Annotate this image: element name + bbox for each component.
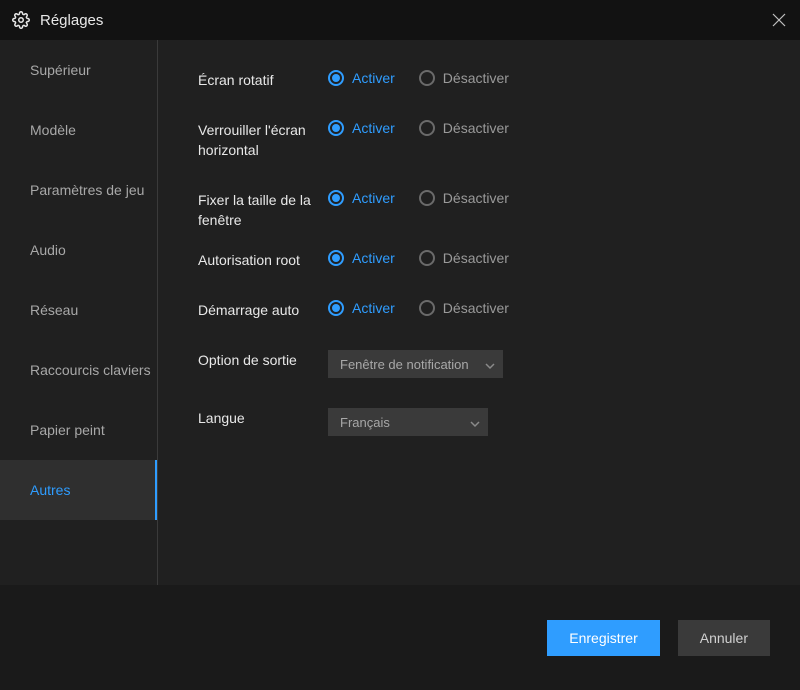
radio-group-fixsize: Activer Désactiver [328,190,509,206]
sidebar-item-game[interactable]: Paramètres de jeu [0,160,157,220]
radio-group-rotating: Activer Désactiver [328,70,509,86]
radio-lock-on[interactable]: Activer [328,120,395,136]
radio-icon [328,190,344,206]
radio-icon [419,70,435,86]
radio-label: Désactiver [443,300,509,316]
sidebar-item-label: Autres [30,482,70,498]
radio-icon [328,250,344,266]
setting-label-exit: Option de sortie [198,350,328,370]
radio-label: Désactiver [443,120,509,136]
radio-label: Activer [352,70,395,86]
radio-root-off[interactable]: Désactiver [419,250,509,266]
radio-rotating-on[interactable]: Activer [328,70,395,86]
radio-icon [419,250,435,266]
select-value: Fenêtre de notification [340,357,469,372]
save-button[interactable]: Enregistrer [547,620,659,656]
window-title: Réglages [40,12,772,29]
sidebar-item-label: Réseau [30,302,78,318]
chevron-down-icon [485,359,495,369]
select-language[interactable]: Français [328,408,488,436]
sidebar-item-label: Paramètres de jeu [30,182,144,198]
radio-fixsize-on[interactable]: Activer [328,190,395,206]
radio-group-autostart: Activer Désactiver [328,300,509,316]
radio-fixsize-off[interactable]: Désactiver [419,190,509,206]
sidebar-item-model[interactable]: Modèle [0,100,157,160]
setting-label-autostart: Démarrage auto [198,300,328,320]
radio-label: Désactiver [443,190,509,206]
close-icon[interactable] [772,13,786,27]
radio-label: Désactiver [443,250,509,266]
setting-label-lock: Verrouiller l'écran horizontal [198,120,328,160]
radio-group-root: Activer Désactiver [328,250,509,266]
sidebar-item-label: Audio [30,242,66,258]
sidebar-item-wallpaper[interactable]: Papier peint [0,400,157,460]
sidebar-item-superior[interactable]: Supérieur [0,40,157,100]
radio-icon [328,120,344,136]
sidebar-item-network[interactable]: Réseau [0,280,157,340]
radio-autostart-off[interactable]: Désactiver [419,300,509,316]
radio-label: Activer [352,250,395,266]
radio-root-on[interactable]: Activer [328,250,395,266]
sidebar: Supérieur Modèle Paramètres de jeu Audio… [0,40,158,585]
sidebar-item-shortcuts[interactable]: Raccourcis claviers [0,340,157,400]
chevron-down-icon [470,417,480,427]
setting-label-language: Langue [198,408,328,428]
radio-autostart-on[interactable]: Activer [328,300,395,316]
radio-label: Activer [352,300,395,316]
radio-icon [419,190,435,206]
radio-icon [419,300,435,316]
sidebar-item-others[interactable]: Autres [0,460,157,520]
window-header: Réglages [0,0,800,40]
sidebar-item-label: Modèle [30,122,76,138]
setting-label-fixsize: Fixer la taille de la fenêtre [198,190,328,230]
radio-label: Activer [352,190,395,206]
sidebar-item-label: Supérieur [30,62,91,78]
radio-icon [328,70,344,86]
sidebar-item-label: Papier peint [30,422,105,438]
radio-rotating-off[interactable]: Désactiver [419,70,509,86]
sidebar-item-audio[interactable]: Audio [0,220,157,280]
settings-content: Écran rotatif Activer Désactiver Verroui… [158,40,800,585]
radio-group-lock: Activer Désactiver [328,120,509,136]
select-exit-option[interactable]: Fenêtre de notification [328,350,503,378]
setting-label-root: Autorisation root [198,250,328,270]
sidebar-item-label: Raccourcis claviers [30,362,151,378]
footer: Enregistrer Annuler [0,585,800,690]
radio-icon [419,120,435,136]
radio-label: Activer [352,120,395,136]
cancel-button[interactable]: Annuler [678,620,770,656]
radio-icon [328,300,344,316]
select-value: Français [340,415,390,430]
radio-lock-off[interactable]: Désactiver [419,120,509,136]
radio-label: Désactiver [443,70,509,86]
setting-label-rotating: Écran rotatif [198,70,328,90]
gear-icon [12,11,30,29]
